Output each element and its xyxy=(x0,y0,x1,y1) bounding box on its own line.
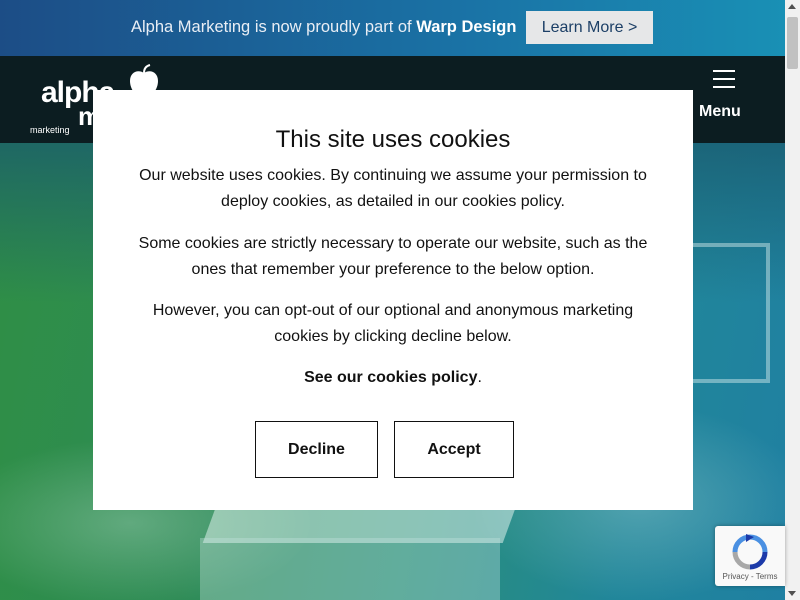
page-scrollbar[interactable] xyxy=(785,0,800,600)
promo-text-prefix: Alpha Marketing is now proudly part of xyxy=(131,18,417,36)
cookie-policy-suffix: . xyxy=(477,369,482,386)
scroll-up-arrow-icon[interactable] xyxy=(788,4,796,9)
recaptcha-privacy-link[interactable]: Privacy xyxy=(723,572,749,581)
recaptcha-badge[interactable]: Privacy - Terms xyxy=(715,526,785,586)
scrollbar-thumb[interactable] xyxy=(787,17,798,69)
recaptcha-links: Privacy - Terms xyxy=(715,572,785,581)
cookie-consent-dialog: This site uses cookies Our website uses … xyxy=(93,90,693,510)
logo-tagline: marketing xyxy=(30,125,70,135)
accept-button[interactable]: Accept xyxy=(394,421,514,478)
cookie-paragraph-1: Our website uses cookies. By continuing … xyxy=(139,167,647,210)
promo-brand: Warp Design xyxy=(416,18,517,36)
scroll-down-arrow-icon[interactable] xyxy=(788,591,796,596)
cookie-policy-link[interactable]: See our cookies policy xyxy=(304,369,477,386)
decline-button[interactable]: Decline xyxy=(255,421,378,478)
recaptcha-separator: - xyxy=(748,572,756,581)
cookie-paragraph-3: However, you can opt-out of our optional… xyxy=(152,302,634,345)
cookie-dialog-title: This site uses cookies xyxy=(275,126,511,153)
promo-text: Alpha Marketing is now proudly part of W… xyxy=(131,18,516,37)
hero-table-base-shape xyxy=(200,538,500,600)
menu-button[interactable]: Menu xyxy=(699,103,741,121)
recaptcha-terms-link[interactable]: Terms xyxy=(756,572,778,581)
recaptcha-icon xyxy=(732,534,768,570)
cookie-policy-line: See our cookies policy. xyxy=(133,365,653,391)
hamburger-icon[interactable] xyxy=(713,70,735,88)
learn-more-button[interactable]: Learn More > xyxy=(526,11,653,44)
promo-banner: Alpha Marketing is now proudly part of W… xyxy=(0,0,785,56)
cookie-paragraph-2: Some cookies are strictly necessary to o… xyxy=(138,235,648,278)
